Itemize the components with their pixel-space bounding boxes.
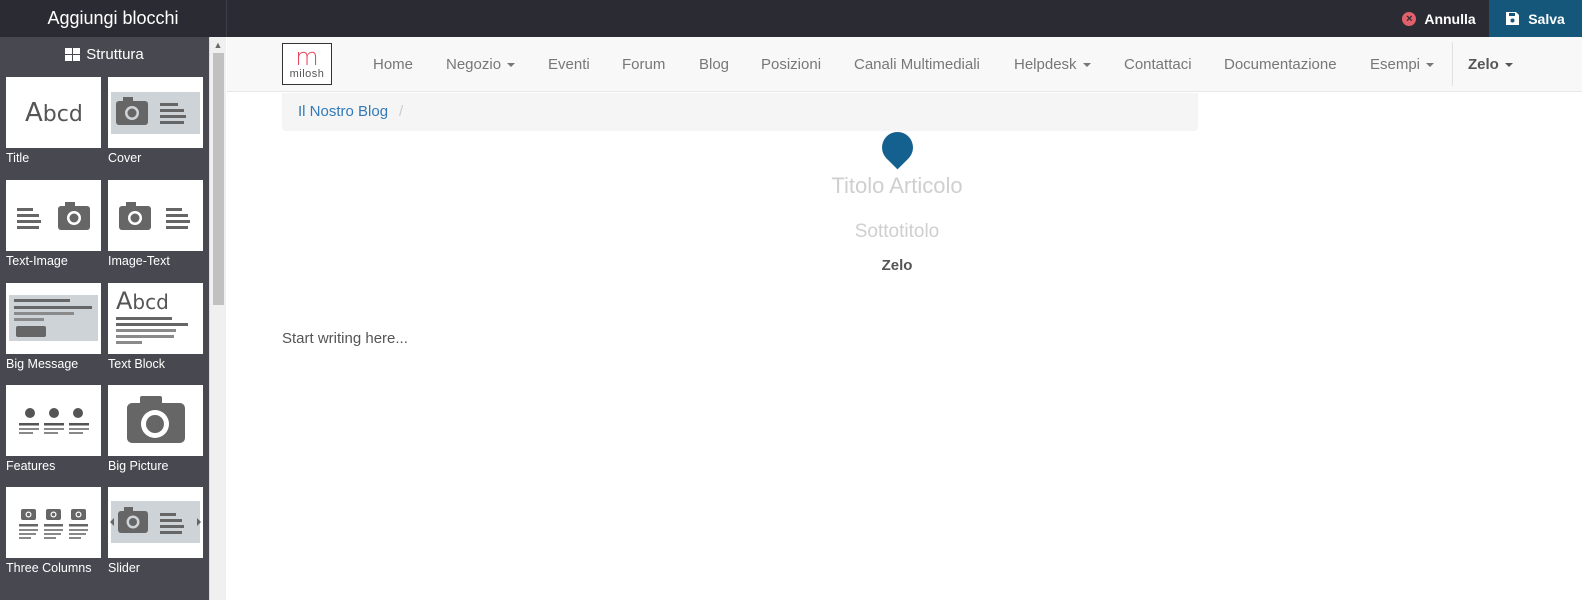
structure-section-title: Struttura: [86, 45, 144, 63]
block-big-picture-label: Big Picture: [108, 459, 169, 473]
article-author: Zelo: [881, 257, 913, 274]
sidebar-scrollbar[interactable]: ▲: [209, 37, 226, 600]
scrollbar-thumb[interactable]: [213, 53, 224, 305]
article-subtitle-placeholder[interactable]: Sottotitolo: [697, 221, 1097, 243]
caret-down-icon: [1082, 63, 1091, 68]
logo-name: milosh: [289, 68, 325, 80]
topbar-divider: [226, 0, 227, 37]
block-three-columns-label: Three Columns: [6, 561, 92, 575]
nav-canali-label: Canali Multimediali: [854, 56, 980, 73]
cancel-label: Annulla: [1424, 10, 1476, 27]
structure-section-header[interactable]: Struttura: [0, 37, 209, 71]
nav-posizioni[interactable]: Posizioni: [761, 37, 821, 92]
save-label: Salva: [1528, 10, 1565, 27]
editor-topbar: Aggiungi blocchi × Annulla Salva: [0, 0, 1582, 37]
block-text-image[interactable]: [6, 180, 101, 251]
block-three-columns[interactable]: [6, 487, 101, 558]
block-features[interactable]: [6, 385, 101, 456]
breadcrumb-link-blog[interactable]: Il Nostro Blog: [298, 93, 388, 131]
block-big-message-label: Big Message: [6, 357, 79, 371]
nav-forum[interactable]: Forum: [622, 37, 665, 92]
save-button[interactable]: Salva: [1489, 0, 1582, 37]
block-image-text-label: Image-Text: [108, 254, 170, 268]
three-columns-icon: [19, 509, 88, 539]
nav-helpdesk[interactable]: Helpdesk: [1014, 37, 1091, 92]
nav-user-label: Zelo: [1468, 56, 1499, 73]
block-features-label: Features: [6, 459, 56, 473]
cancel-button[interactable]: × Annulla: [1390, 0, 1488, 37]
breadcrumb-separator: /: [399, 103, 404, 120]
page-preview: m milosh Home Negozio Eventi Forum Blog …: [227, 37, 1582, 600]
block-slider[interactable]: [108, 487, 203, 558]
block-big-picture[interactable]: [108, 385, 203, 456]
nav-contattaci[interactable]: Contattaci: [1124, 37, 1192, 92]
features-icon: [19, 408, 89, 434]
nav-contattaci-label: Contattaci: [1124, 56, 1192, 73]
article-title-placeholder[interactable]: Titolo Articolo: [697, 173, 1097, 199]
nav-eventi[interactable]: Eventi: [548, 37, 590, 92]
nav-negozio-label: Negozio: [446, 56, 502, 73]
article-body-placeholder[interactable]: Start writing here...: [282, 330, 408, 347]
nav-esempi-label: Esempi: [1370, 56, 1421, 73]
block-text-block[interactable]: Abcd: [108, 283, 203, 354]
map-pin-icon: [875, 125, 920, 170]
close-circle-icon: ×: [1402, 11, 1417, 26]
blocks-sidebar: Struttura Abcd Title Cover Text-Image Im…: [0, 37, 226, 600]
caret-down-icon: [1426, 63, 1435, 68]
site-navbar: m milosh Home Negozio Eventi Forum Blog …: [227, 37, 1582, 92]
title-abcd-icon: Abcd: [25, 98, 83, 128]
block-slider-label: Slider: [108, 561, 140, 575]
nav-posizioni-label: Posizioni: [761, 56, 822, 73]
nav-blog[interactable]: Blog: [699, 37, 729, 92]
block-text-block-label: Text Block: [108, 357, 165, 371]
cover-icon: [111, 92, 200, 134]
floppy-disk-icon: [1506, 12, 1520, 25]
caret-down-icon: [507, 63, 516, 68]
block-big-message[interactable]: [6, 283, 101, 354]
svg-text:Abcd: Abcd: [116, 287, 169, 315]
block-cover-label: Cover: [108, 151, 142, 165]
nav-blog-label: Blog: [699, 56, 730, 73]
nav-helpdesk-label: Helpdesk: [1014, 56, 1077, 73]
nav-documentazione[interactable]: Documentazione: [1224, 37, 1337, 92]
slider-icon: [110, 501, 201, 543]
breadcrumb: Il Nostro Blog /: [282, 93, 1198, 131]
block-title[interactable]: Abcd: [6, 77, 101, 148]
nav-negozio[interactable]: Negozio: [446, 37, 516, 92]
block-cover[interactable]: [108, 77, 203, 148]
image-text-icon: [119, 202, 190, 230]
nav-home[interactable]: Home: [373, 37, 413, 92]
nav-home-label: Home: [373, 56, 414, 73]
logo-letter: m: [295, 43, 319, 71]
text-block-icon: Abcd: [116, 287, 188, 344]
nav-canali-multimediali[interactable]: Canali Multimediali: [854, 37, 980, 92]
caret-down-icon: [1504, 63, 1513, 68]
block-title-label: Title: [6, 151, 30, 165]
nav-forum-label: Forum: [622, 56, 666, 73]
nav-esempi[interactable]: Esempi: [1370, 37, 1435, 92]
sidebar-title: Aggiungi blocchi: [47, 8, 179, 28]
grid-icon: [65, 47, 81, 61]
scroll-up-arrow-icon[interactable]: ▲: [210, 39, 226, 51]
big-picture-icon: [127, 396, 185, 443]
big-message-icon: [9, 295, 98, 341]
text-image-icon: [17, 202, 90, 230]
nav-documentazione-label: Documentazione: [1224, 56, 1337, 73]
nav-user-menu[interactable]: Zelo: [1468, 37, 1513, 92]
block-text-image-label: Text-Image: [6, 254, 68, 268]
site-logo[interactable]: m milosh: [282, 43, 332, 85]
nav-divider: [1452, 42, 1453, 86]
nav-eventi-label: Eventi: [548, 56, 590, 73]
svg-text:Abcd: Abcd: [25, 98, 83, 128]
block-image-text[interactable]: [108, 180, 203, 251]
